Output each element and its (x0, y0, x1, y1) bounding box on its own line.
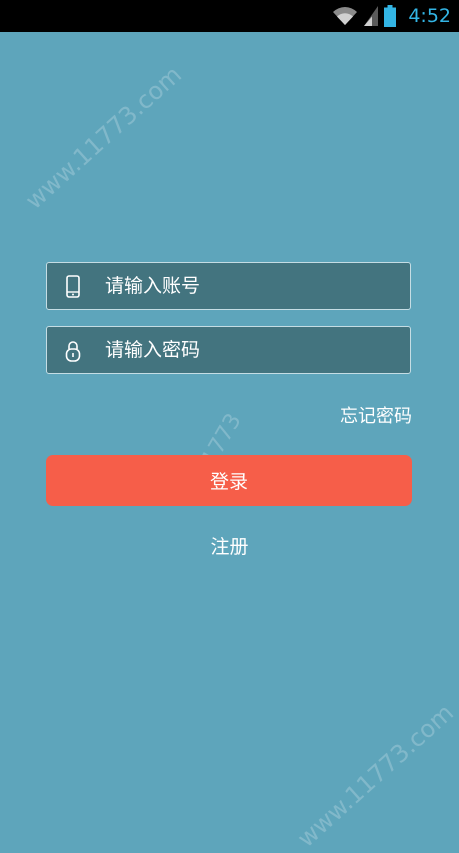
phone-icon (65, 275, 81, 299)
account-placeholder: 请输入账号 (105, 275, 201, 297)
status-icons: 4:52 (332, 0, 451, 32)
status-bar: 4:52 (0, 0, 459, 32)
lock-icon (65, 339, 81, 363)
account-field[interactable]: 请输入账号 (46, 262, 411, 310)
forgot-password-link[interactable]: 忘记密码 (340, 402, 412, 428)
password-field[interactable]: 请输入密码 (46, 326, 411, 374)
register-link[interactable]: 注册 (0, 532, 459, 559)
watermark: www.11773.com (292, 698, 459, 853)
signal-icon (364, 6, 379, 26)
watermark: www.11773.com (20, 60, 188, 215)
login-button[interactable]: 登录 (46, 455, 412, 506)
wifi-icon (332, 5, 358, 27)
password-placeholder: 请输入密码 (105, 339, 201, 361)
status-time: 4:52 (408, 5, 451, 27)
battery-icon (384, 5, 397, 27)
login-screen: www.11773.com 11773 www.11773.com 请输入账号 … (0, 32, 459, 853)
